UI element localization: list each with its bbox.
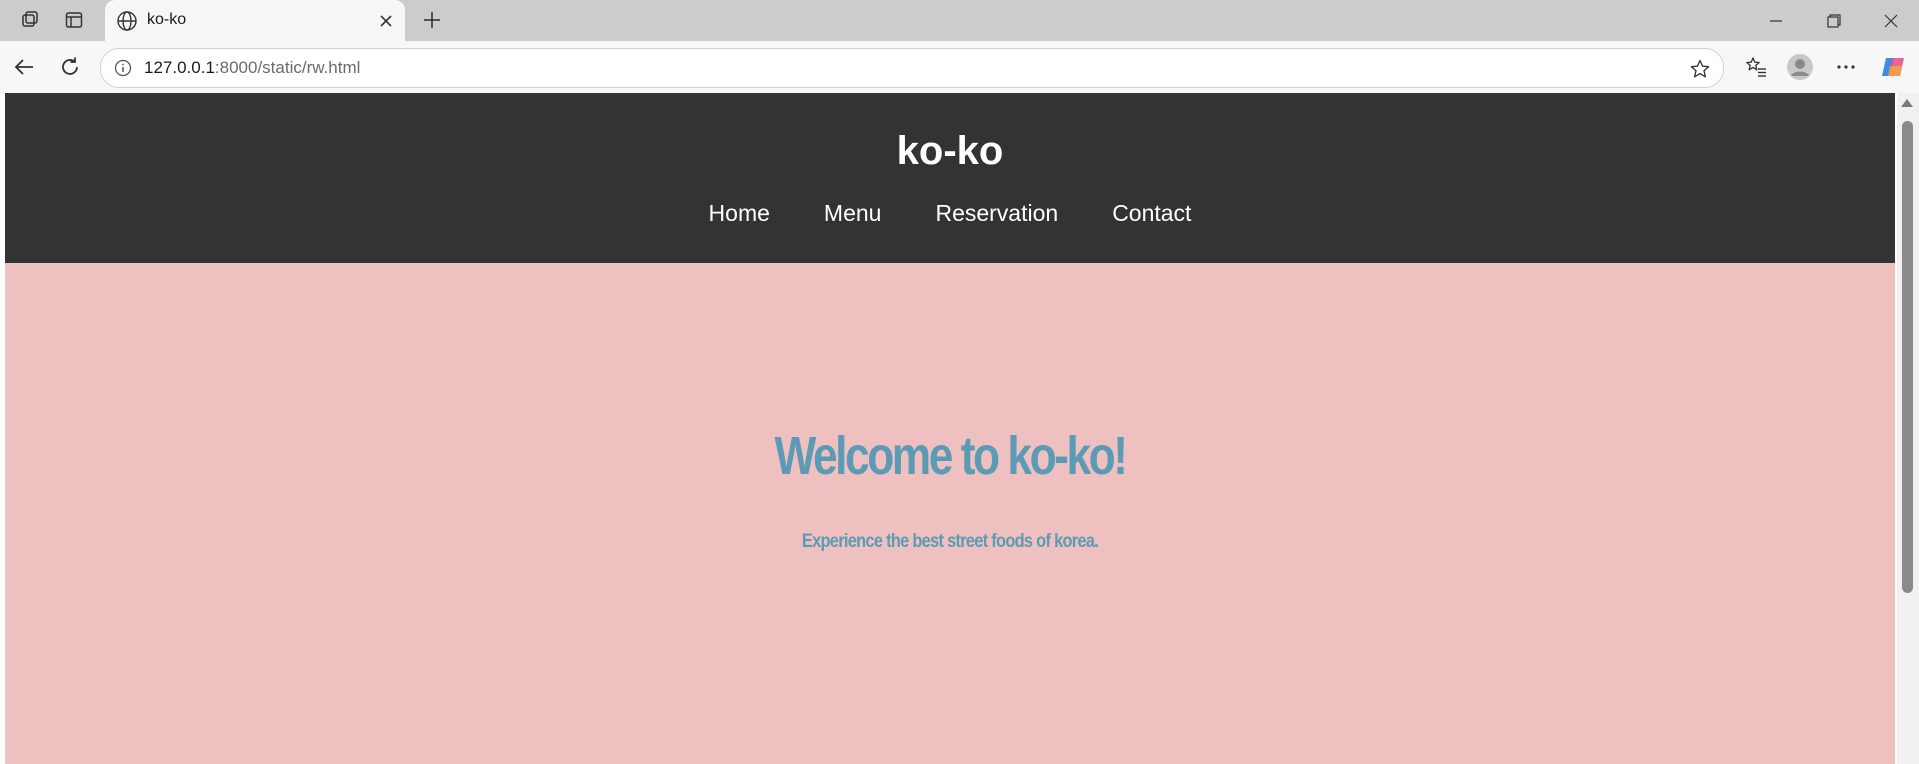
browser-toolbar: 127.0.0.1:8000/static/rw.html — [0, 41, 1919, 93]
more-options-icon[interactable] — [1826, 47, 1866, 87]
page-scrollbar[interactable] — [1897, 93, 1919, 764]
hero-subtitle: Experience the best street foods of kore… — [801, 531, 1099, 552]
site-title: ko-ko — [896, 129, 1004, 173]
refresh-icon[interactable] — [50, 47, 90, 87]
workspaces-icon[interactable] — [10, 0, 50, 40]
copilot-icon[interactable] — [1873, 47, 1913, 87]
restore-icon[interactable] — [1806, 0, 1862, 41]
nav-link-home[interactable]: Home — [709, 200, 770, 227]
site-header: ko-ko Home Menu Reservation Contact — [5, 93, 1895, 263]
nav-link-reservation[interactable]: Reservation — [935, 200, 1058, 227]
scrollbar-thumb[interactable] — [1902, 121, 1913, 593]
site-info-icon[interactable] — [113, 58, 133, 78]
new-tab-icon[interactable] — [412, 0, 452, 40]
favorite-star-icon[interactable] — [1685, 54, 1715, 84]
url-host: 127.0.0.1 — [144, 58, 215, 77]
minimize-icon[interactable] — [1748, 0, 1804, 41]
favorites-list-icon[interactable] — [1736, 47, 1776, 87]
active-tab[interactable]: ko-ko — [105, 0, 405, 41]
url-text[interactable]: 127.0.0.1:8000/static/rw.html — [144, 58, 360, 78]
hero-title: Welcome to ko-ko! — [774, 426, 1127, 486]
back-icon[interactable] — [4, 47, 44, 87]
tab-bar: ko-ko — [0, 0, 1919, 41]
page-viewport: ko-ko Home Menu Reservation Contact Welc… — [5, 93, 1895, 764]
profile-avatar-icon[interactable] — [1780, 47, 1820, 87]
globe-icon — [115, 9, 139, 33]
site-nav: Home Menu Reservation Contact — [5, 200, 1895, 227]
close-window-icon[interactable] — [1863, 0, 1919, 41]
vertical-tabs-icon[interactable] — [54, 0, 94, 40]
nav-link-menu[interactable]: Menu — [824, 200, 882, 227]
close-tab-icon[interactable] — [373, 8, 399, 34]
address-bar[interactable]: 127.0.0.1:8000/static/rw.html — [100, 48, 1724, 88]
url-path: :8000/static/rw.html — [214, 58, 361, 77]
nav-link-contact[interactable]: Contact — [1112, 200, 1191, 227]
scroll-up-arrow-icon[interactable] — [1901, 99, 1913, 107]
tab-title: ko-ko — [147, 11, 187, 28]
